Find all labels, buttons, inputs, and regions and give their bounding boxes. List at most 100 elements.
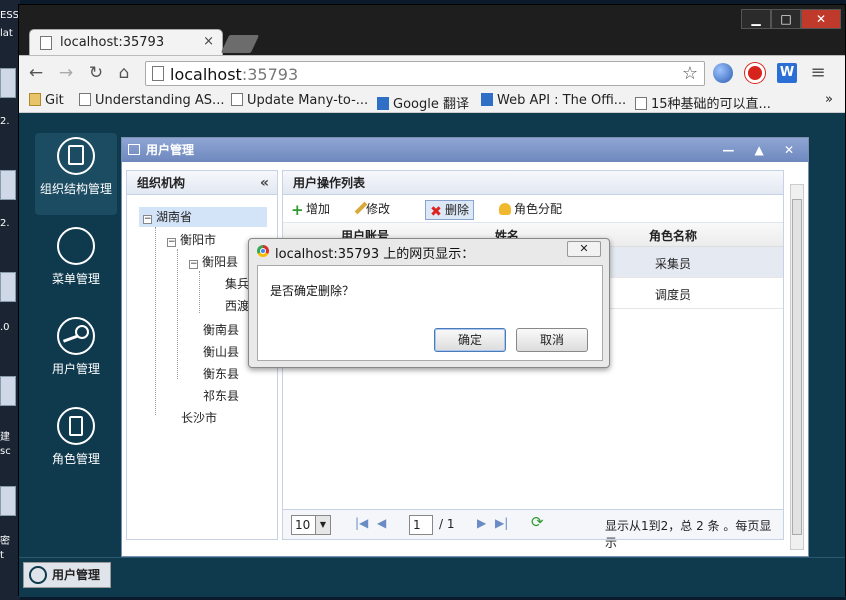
collapse-toggle-icon[interactable]: −	[143, 215, 152, 224]
maximize-button[interactable]: □	[771, 9, 801, 29]
bookmark-item[interactable]: Git	[29, 93, 64, 108]
chrome-menu-icon[interactable]: ≡	[807, 62, 829, 84]
refresh-icon[interactable]: ⟳	[531, 513, 544, 531]
desktop-file-icon[interactable]	[0, 68, 16, 98]
tree-connector	[177, 249, 178, 379]
address-bar[interactable]: localhost:35793 ☆	[145, 61, 705, 86]
bookmark-item[interactable]: Web API : The Offi...	[481, 93, 626, 108]
desktop-file-icon[interactable]	[0, 376, 16, 406]
sidenav-item-roles[interactable]: 角色管理	[35, 407, 117, 467]
bookmark-item[interactable]: Update Many-to-...	[231, 93, 368, 108]
close-window-button[interactable]: ✕	[801, 9, 841, 29]
cancel-button[interactable]: 取消	[516, 328, 588, 352]
tab-close-button[interactable]: ×	[203, 34, 214, 49]
dialog-message: 是否确定删除？	[270, 284, 355, 298]
home-button[interactable]: ⌂	[113, 62, 135, 84]
tree-node-hengyang-county[interactable]: − 衡阳县	[189, 253, 238, 270]
browser-toolbar: ← → ↻ ⌂ localhost:35793 ☆ W ≡	[19, 55, 845, 89]
user-list-header: 用户操作列表	[283, 171, 783, 195]
sidenav-item-org-structure[interactable]: 组织结构管理	[35, 133, 117, 215]
confirm-dialog: localhost:35793 上的网页显示： ✕ 是否确定删除？ 确定 取消	[248, 238, 610, 368]
collapse-toggle-icon[interactable]: −	[167, 238, 176, 247]
url-text: localhost:35793	[170, 65, 299, 84]
tree-node-leaf[interactable]: 西渡	[225, 297, 249, 314]
dialog-body: 是否确定删除？ 确定 取消	[257, 265, 603, 361]
bookmark-item[interactable]: Google 翻译	[377, 93, 469, 112]
minimize-button[interactable]: ▁	[741, 9, 771, 29]
folder-icon	[29, 93, 41, 106]
tree-node-county[interactable]: 衡南县	[203, 321, 239, 338]
user-list-toolbar: + 增加 修改 ✖ 删除 角色分配	[283, 195, 783, 223]
role-cell: 调度员	[655, 288, 692, 302]
tree-node-county[interactable]: 衡山县	[203, 343, 239, 360]
collapse-toggle-icon[interactable]: −	[189, 260, 198, 269]
delete-button[interactable]: ✖ 删除	[425, 200, 475, 220]
ok-button[interactable]: 确定	[434, 328, 506, 352]
chevron-down-icon: ▼	[315, 516, 330, 534]
notebook-icon	[57, 407, 95, 445]
org-tree-header: 组织机构 «	[127, 171, 277, 195]
sidenav-item-menu[interactable]: 菜单管理	[35, 227, 117, 287]
chrome-icon	[257, 245, 269, 257]
add-button[interactable]: + 增加	[287, 200, 334, 220]
desktop-file-icon[interactable]	[0, 170, 16, 200]
tree-node-county[interactable]: 衡东县	[203, 365, 239, 382]
globe-extension-icon[interactable]	[713, 63, 733, 83]
desktop-background: ESS lat 2. 2. .0 建 sc 密 t	[0, 0, 20, 600]
assign-role-button[interactable]: 角色分配	[495, 200, 566, 220]
desktop-label: lat	[0, 28, 13, 39]
edit-button[interactable]: 修改	[354, 200, 394, 220]
back-button[interactable]: ←	[25, 62, 47, 84]
sidenav-label: 角色管理	[51, 452, 100, 466]
sidenav-item-users[interactable]: 用户管理	[35, 317, 117, 377]
next-page-icon[interactable]: ▶	[477, 516, 486, 530]
tree-node-hengyang-city[interactable]: − 衡阳市	[167, 231, 216, 248]
column-header-role[interactable]: 角色名称	[649, 227, 697, 244]
panel-tools[interactable]: — ▲ ✕	[722, 138, 802, 162]
pager-summary: 显示从1到2，总 2 条 。每页显示	[605, 519, 772, 550]
reload-button[interactable]: ↻	[85, 62, 107, 84]
delete-x-icon: ✖	[430, 204, 442, 220]
vertical-scrollbar[interactable]	[790, 184, 804, 550]
sidenav-label: 组织结构管理	[39, 182, 112, 196]
new-tab-button[interactable]	[220, 35, 260, 53]
first-page-icon[interactable]: |◀	[355, 516, 368, 530]
tree-connector	[199, 271, 200, 313]
forward-button[interactable]: →	[55, 62, 77, 84]
bookmarks-bar: Git Understanding AS... Update Many-to-.…	[19, 89, 845, 113]
taskbar-item-users[interactable]: 用户管理	[23, 562, 111, 588]
desktop-file-icon[interactable]	[0, 486, 16, 516]
last-page-icon[interactable]: ▶|	[495, 516, 508, 530]
bookmark-item[interactable]: 15种基础的可以直...	[635, 93, 771, 112]
org-structure-icon	[57, 137, 95, 175]
stop-extension-icon[interactable]	[745, 63, 765, 83]
tree-node-leaf[interactable]: 集兵	[225, 275, 249, 292]
tree-node-hunan[interactable]: − 湖南省	[139, 207, 267, 227]
panel-title: 用户管理	[146, 143, 195, 157]
bookmarks-overflow-button[interactable]: »	[825, 92, 833, 107]
tab-title: localhost:35793	[60, 35, 165, 50]
window-icon	[128, 144, 140, 155]
tree-node-changsha[interactable]: 长沙市	[181, 409, 217, 426]
page-icon	[152, 66, 164, 81]
word-extension-icon[interactable]: W	[777, 63, 797, 83]
page-number-input[interactable]: 1	[409, 515, 433, 535]
role-cell: 采集员	[655, 257, 692, 271]
dialog-close-button[interactable]: ✕	[567, 241, 601, 257]
tree-node-county[interactable]: 祁东县	[203, 387, 239, 404]
tree-connector	[155, 227, 156, 415]
prev-page-icon[interactable]: ◀	[377, 516, 386, 530]
steam-icon	[57, 317, 95, 355]
plus-icon: +	[291, 201, 304, 219]
bookmark-star-icon[interactable]: ☆	[682, 63, 698, 84]
org-tree-title: 组织机构	[137, 176, 186, 190]
desktop-file-icon[interactable]	[0, 272, 16, 302]
page-size-select[interactable]: 10 ▼	[291, 515, 331, 535]
bookmark-item[interactable]: Understanding AS...	[79, 93, 224, 108]
collapse-icon[interactable]: «	[260, 171, 269, 195]
desktop-label: sc	[0, 446, 11, 457]
browser-tab[interactable]: localhost:35793 ×	[29, 29, 223, 56]
scrollbar-thumb[interactable]	[792, 199, 802, 535]
sidenav-label: 菜单管理	[51, 272, 100, 286]
page-icon	[231, 93, 243, 106]
